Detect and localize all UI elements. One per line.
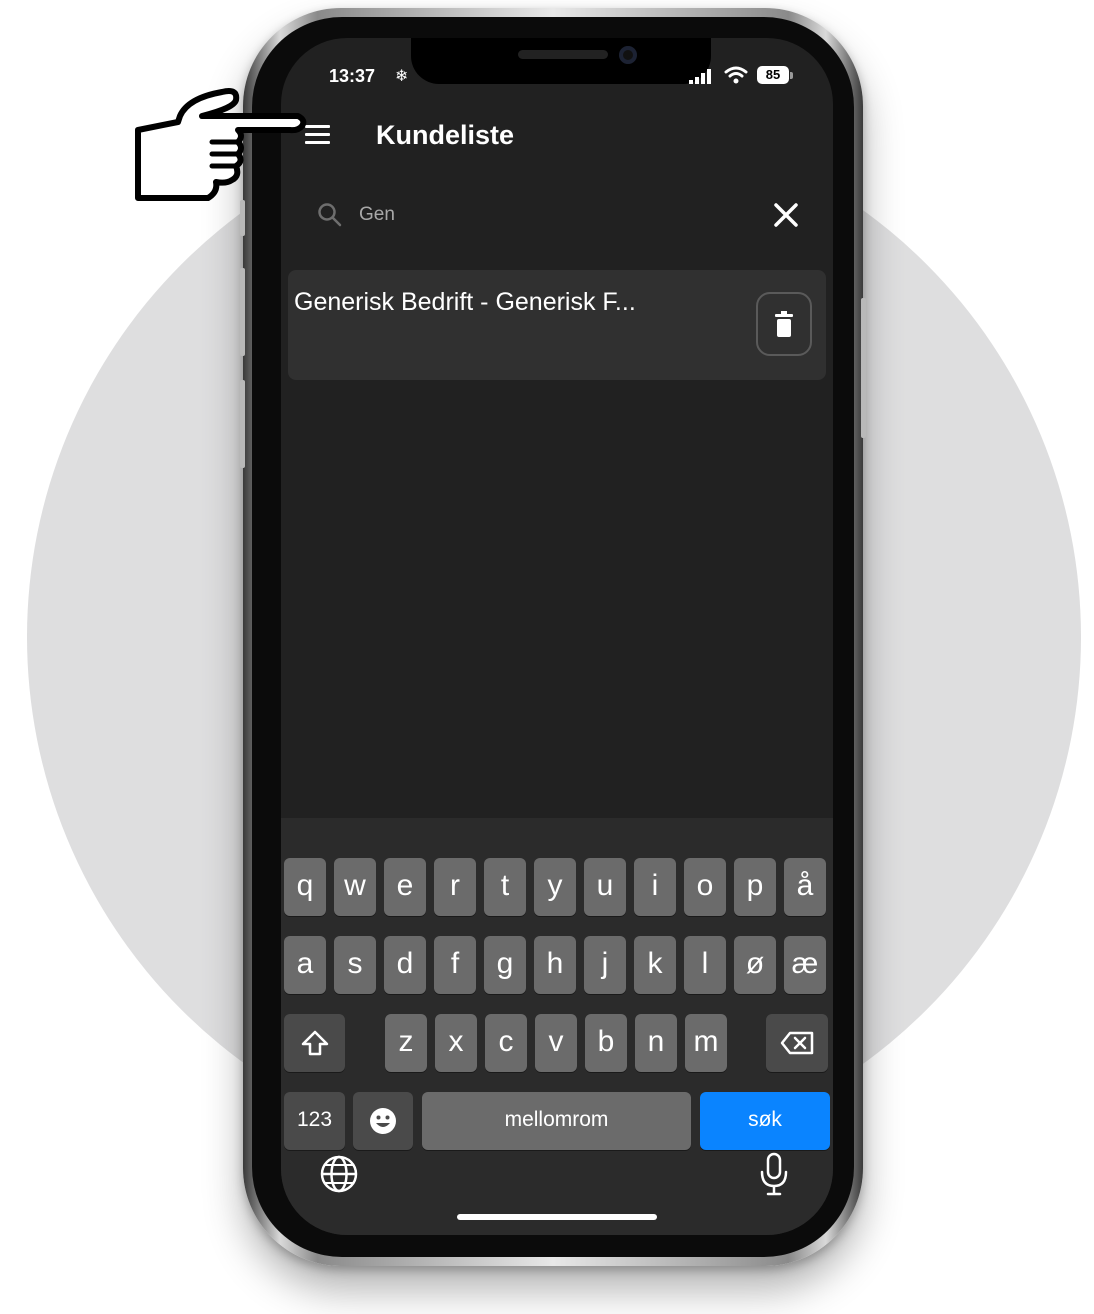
key-s[interactable]: s xyxy=(334,936,376,994)
key-n[interactable]: n xyxy=(635,1014,677,1072)
key-g[interactable]: g xyxy=(484,936,526,994)
notification-icon: ❄ xyxy=(395,68,409,85)
key-o[interactable]: o xyxy=(684,858,726,916)
key-q[interactable]: q xyxy=(284,858,326,916)
key-l[interactable]: l xyxy=(684,936,726,994)
key-b[interactable]: b xyxy=(585,1014,627,1072)
front-camera xyxy=(619,46,637,64)
key-e[interactable]: e xyxy=(384,858,426,916)
key-f[interactable]: f xyxy=(434,936,476,994)
volume-down-button xyxy=(240,380,245,468)
search-action-key[interactable]: søk xyxy=(700,1092,830,1150)
key-z[interactable]: z xyxy=(385,1014,427,1072)
close-icon[interactable] xyxy=(771,200,801,230)
phone-screen: 13:37 ❄ 85 Kundeliste Generisk Bedrift -… xyxy=(281,38,833,1235)
key-t[interactable]: t xyxy=(484,858,526,916)
shift-key[interactable] xyxy=(284,1014,345,1072)
power-button xyxy=(861,298,866,438)
key-h[interactable]: h xyxy=(534,936,576,994)
key-r[interactable]: r xyxy=(434,858,476,916)
pointing-hand-icon xyxy=(135,88,307,201)
key-i[interactable]: i xyxy=(634,858,676,916)
emoji-key[interactable] xyxy=(353,1092,413,1150)
key-x[interactable]: x xyxy=(435,1014,477,1072)
key-m[interactable]: m xyxy=(685,1014,727,1072)
key-æ[interactable]: æ xyxy=(784,936,826,994)
battery-icon: 85 xyxy=(757,66,793,84)
page-title: Kundeliste xyxy=(376,120,515,150)
list-item[interactable]: Generisk Bedrift - Generisk F... xyxy=(288,270,826,380)
key-w[interactable]: w xyxy=(334,858,376,916)
earpiece-speaker xyxy=(518,50,608,59)
hamburger-menu-icon[interactable] xyxy=(305,124,331,148)
key-p[interactable]: p xyxy=(734,858,776,916)
key-å[interactable]: å xyxy=(784,858,826,916)
cellular-signal-icon xyxy=(689,69,711,84)
customer-name: Generisk Bedrift - Generisk F... xyxy=(294,288,636,316)
key-a[interactable]: a xyxy=(284,936,326,994)
numbers-key[interactable]: 123 xyxy=(284,1092,345,1150)
key-y[interactable]: y xyxy=(534,858,576,916)
backspace-key[interactable] xyxy=(766,1014,828,1072)
on-screen-keyboard: qwertyuiopå asdfghjkløæ zxcvbnm 123 mell… xyxy=(281,818,833,1235)
key-u[interactable]: u xyxy=(584,858,626,916)
space-key[interactable]: mellomrom xyxy=(422,1092,691,1150)
home-indicator xyxy=(457,1214,657,1220)
search-input[interactable] xyxy=(359,200,719,230)
search-bar xyxy=(301,186,821,244)
key-d[interactable]: d xyxy=(384,936,426,994)
wifi-icon xyxy=(724,66,748,84)
key-v[interactable]: v xyxy=(535,1014,577,1072)
trash-icon xyxy=(775,311,793,337)
mute-switch xyxy=(240,200,245,236)
key-k[interactable]: k xyxy=(634,936,676,994)
microphone-icon[interactable] xyxy=(759,1152,789,1196)
key-j[interactable]: j xyxy=(584,936,626,994)
key-ø[interactable]: ø xyxy=(734,936,776,994)
battery-level: 85 xyxy=(765,67,781,82)
key-c[interactable]: c xyxy=(485,1014,527,1072)
delete-button[interactable] xyxy=(756,292,812,356)
notch xyxy=(411,38,711,84)
search-icon xyxy=(318,203,342,227)
shift-icon xyxy=(301,1030,328,1056)
status-time: 13:37 xyxy=(329,66,376,86)
volume-up-button xyxy=(240,268,245,356)
emoji-icon xyxy=(370,1108,396,1134)
backspace-icon xyxy=(780,1031,814,1055)
globe-icon[interactable] xyxy=(319,1154,359,1194)
